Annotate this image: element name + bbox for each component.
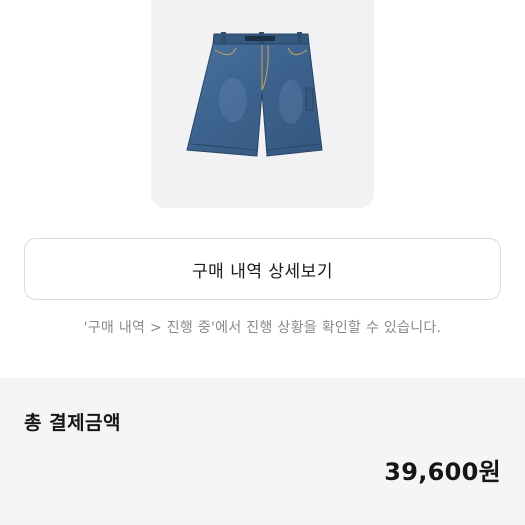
total-payment-label: 총 결제금액 xyxy=(24,412,122,434)
payment-summary: 총 결제금액 39,600원 xyxy=(0,378,525,525)
purchase-detail-button[interactable]: 구매 내역 상세보기 xyxy=(24,238,501,300)
progress-hint-text: '구매 내역 > 진행 중'에서 진행 상황을 확인할 수 있습니다. xyxy=(83,320,442,336)
denim-shorts-image xyxy=(186,32,323,157)
purchase-detail-button-label: 구매 내역 상세보기 xyxy=(192,261,333,282)
total-payment-amount: 39,600원 xyxy=(384,458,501,486)
order-complete-page: 구매 내역 상세보기 '구매 내역 > 진행 중'에서 진행 상황을 확인할 수… xyxy=(0,0,525,525)
product-image-card xyxy=(151,0,374,208)
